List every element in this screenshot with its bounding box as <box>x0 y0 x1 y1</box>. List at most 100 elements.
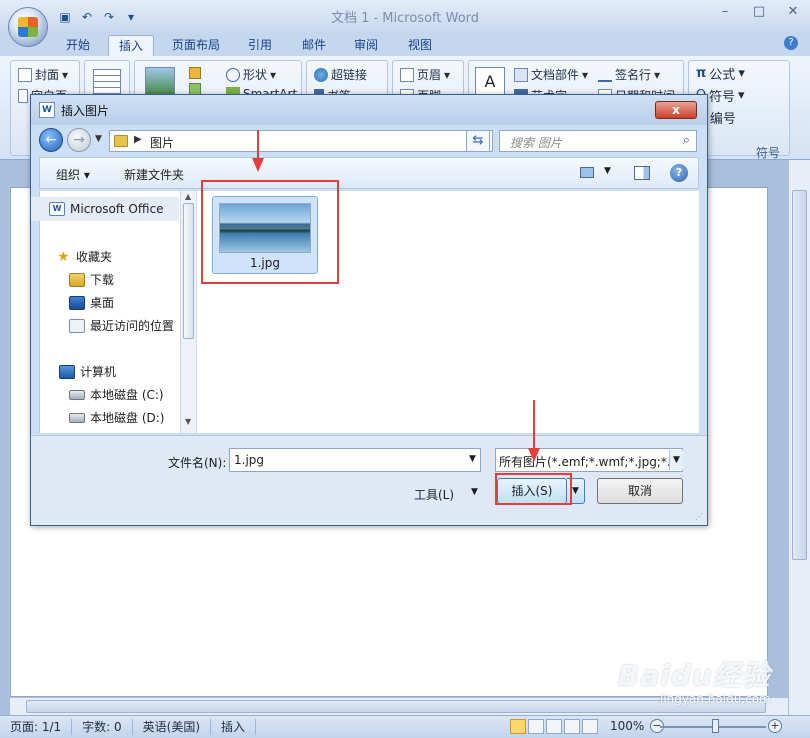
tab-view[interactable]: 视图 <box>398 35 442 56</box>
tab-insert[interactable]: 插入 <box>108 35 155 56</box>
breadcrumb-path[interactable]: 图片 <box>150 134 174 151</box>
refresh-icon[interactable]: ⇆ <box>466 130 490 152</box>
highlight-box-insert <box>495 473 572 505</box>
forward-icon[interactable]: → <box>67 128 91 152</box>
docparts-button[interactable]: 文档部件 ▾ <box>514 66 588 83</box>
maximize-icon[interactable]: □ <box>742 0 776 22</box>
blank-page-icon <box>18 88 28 103</box>
nav-item-recent-places[interactable]: 最近访问的位置 <box>69 317 174 334</box>
tools-menu[interactable]: 工具(L) <box>414 486 454 503</box>
baidu-watermark-url: jingyan.baidu.com <box>660 692 771 706</box>
new-folder-button[interactable]: 新建文件夹 <box>124 166 184 183</box>
drive-d-icon <box>69 412 85 423</box>
minimize-icon[interactable]: – <box>708 0 742 22</box>
status-bar: 页面: 1/1 字数: 0 英语(美国) 插入 100% − + <box>0 715 810 738</box>
ribbon-tabs: 开始 插入 页面布局 引用 邮件 审阅 视图 <box>0 32 810 56</box>
scroll-up-icon[interactable]: ▲ <box>185 192 191 201</box>
organize-menu[interactable]: 组织 ▾ <box>56 166 90 183</box>
help-icon[interactable]: ? <box>670 164 688 182</box>
help-icon[interactable]: ? <box>784 36 798 50</box>
cancel-button[interactable]: 取消 <box>597 478 683 504</box>
cover-icon <box>18 67 32 82</box>
full-screen-reading-icon[interactable] <box>528 719 544 734</box>
navigation-pane-scrollbar[interactable]: ▲ ▼ <box>180 191 196 433</box>
vertical-scrollbar[interactable] <box>788 160 810 715</box>
back-icon[interactable]: ← <box>39 128 63 152</box>
nav-item-drive-d[interactable]: 本地磁盘 (D:) <box>69 409 164 426</box>
shapes-button[interactable]: 形状 ▾ <box>226 66 276 83</box>
title-bar: ▣ ↶ ↷ ▾ 文档 1 - Microsoft Word – □ ✕ <box>0 0 810 32</box>
language-indicator[interactable]: 英语(美国) <box>133 719 212 735</box>
print-layout-icon[interactable] <box>510 719 526 734</box>
preview-pane-icon[interactable] <box>634 166 650 180</box>
insert-mode[interactable]: 插入 <box>211 719 257 735</box>
clipart-icon[interactable] <box>189 67 201 79</box>
tab-mailings[interactable]: 邮件 <box>292 35 336 56</box>
table-icon[interactable] <box>93 69 121 95</box>
breadcrumb-arrow-icon[interactable]: ▶ <box>134 134 142 145</box>
folder-icon <box>114 135 128 147</box>
nav-item-downloads[interactable]: 下载 <box>69 271 114 288</box>
nav-item-drive-c[interactable]: 本地磁盘 (C:) <box>69 386 164 403</box>
file-type-filter[interactable]: 所有图片(*.emf;*.wmf;*.jpg;*.jp <box>495 448 683 472</box>
view-dropdown-icon[interactable]: ▼ <box>604 166 611 176</box>
search-placeholder: 搜索 图片 <box>510 136 562 150</box>
docparts-icon <box>514 67 528 82</box>
web-layout-icon[interactable] <box>546 719 562 734</box>
scroll-down-icon[interactable]: ▼ <box>185 417 191 426</box>
pi-icon: π <box>696 66 707 81</box>
office-button[interactable] <box>8 7 48 47</box>
baidu-watermark: Baidu经验 <box>618 659 771 692</box>
header-button[interactable]: 页眉 ▾ <box>400 66 450 83</box>
dialog-close-button[interactable]: x <box>655 101 697 119</box>
computer-icon <box>59 364 75 379</box>
tab-page-layout[interactable]: 页面布局 <box>162 35 230 56</box>
download-folder-icon <box>69 272 85 287</box>
outline-icon[interactable] <box>564 719 580 734</box>
zoom-slider-handle[interactable] <box>712 719 719 733</box>
nav-item-computer[interactable]: 计算机 <box>59 363 116 380</box>
signature-line-button[interactable]: 签名行 ▾ <box>598 66 660 83</box>
cover-button[interactable]: 封面 ▾ <box>18 66 68 83</box>
close-icon[interactable]: ✕ <box>776 0 810 22</box>
nav-item-favorites[interactable]: ★ 收藏夹 <box>57 248 112 265</box>
nav-item-microsoft-office[interactable]: W Microsoft Office <box>31 197 179 221</box>
draft-icon[interactable] <box>582 719 598 734</box>
recent-pages-dropdown-icon[interactable]: ▼ <box>95 134 102 144</box>
zoom-in-icon[interactable]: + <box>768 719 782 733</box>
office-logo-icon <box>18 17 38 37</box>
hyperlink-button[interactable]: 超链接 <box>314 66 367 83</box>
arrow-down-file-icon <box>252 130 264 172</box>
recent-places-icon <box>69 318 85 333</box>
search-icon[interactable]: ⌕ <box>683 133 690 148</box>
scroll-thumb[interactable] <box>183 203 194 339</box>
address-bar[interactable]: ▶ 图片 ▼ <box>109 130 493 152</box>
tab-home[interactable]: 开始 <box>56 35 100 56</box>
word-count[interactable]: 字数: 0 <box>72 719 133 735</box>
page-count[interactable]: 页面: 1/1 <box>0 719 73 735</box>
scroll-thumb[interactable] <box>792 190 807 560</box>
textbox-icon[interactable]: A <box>475 67 505 97</box>
picture-icon[interactable] <box>145 67 175 95</box>
resize-grip-icon[interactable]: ⋰ <box>695 512 703 521</box>
search-box[interactable]: 搜索 图片 ⌕ <box>499 130 697 152</box>
insert-picture-dialog: W 插入图片 x ← → ▼ ▶ 图片 ▼ 搜索 图片 ⌕ ⇆ 组织 ▾ 新建文… <box>30 94 708 526</box>
change-view-icon[interactable] <box>580 167 594 178</box>
filter-dropdown-icon[interactable]: ▼ <box>669 450 683 470</box>
filename-dropdown-icon[interactable]: ▼ <box>469 454 476 464</box>
zoom-level[interactable]: 100% <box>610 719 644 733</box>
view-buttons <box>510 719 598 734</box>
scroll-thumb-horizontal[interactable] <box>26 700 766 713</box>
tab-references[interactable]: 引用 <box>238 35 282 56</box>
window-title: 文档 1 - Microsoft Word <box>330 11 480 26</box>
tab-review[interactable]: 审阅 <box>344 35 388 56</box>
hyperlink-icon <box>314 67 328 82</box>
word-icon: W <box>39 102 55 118</box>
filename-input[interactable]: 1.jpg <box>229 448 481 472</box>
window-controls: – □ ✕ <box>708 0 810 22</box>
filename-label: 文件名(N): <box>168 456 227 470</box>
nav-item-desktop[interactable]: 桌面 <box>69 294 114 311</box>
equation-button[interactable]: π 公式 ▾ <box>696 64 745 83</box>
tools-dropdown-icon[interactable]: ▼ <box>471 487 478 497</box>
highlight-box-file <box>201 180 339 284</box>
